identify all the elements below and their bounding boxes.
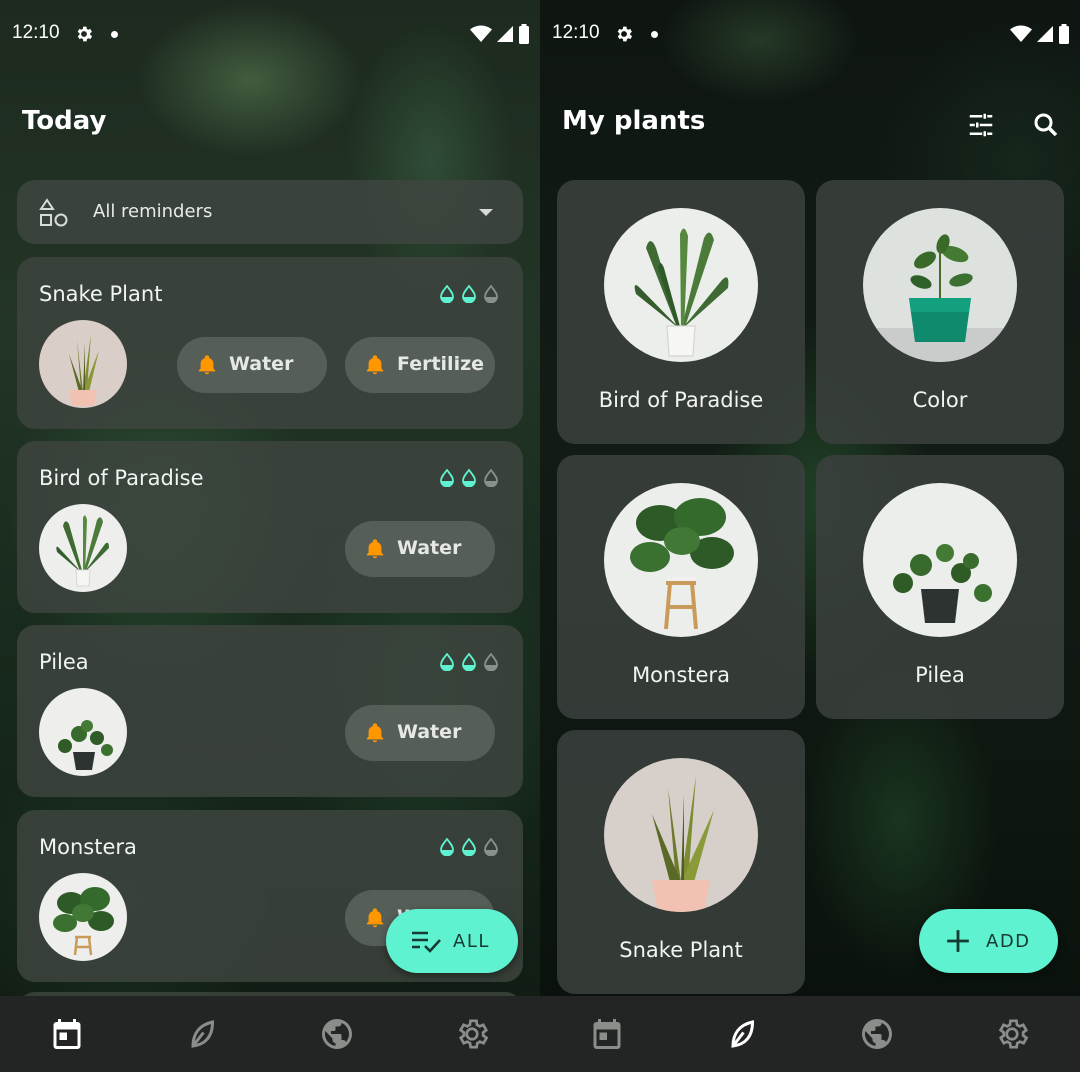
status-bar: 12:10 — [0, 0, 540, 68]
reminder-filter-dropdown[interactable]: All reminders — [17, 180, 523, 244]
settings-icon[interactable] — [994, 1016, 1030, 1052]
water-drop-icon — [484, 653, 498, 671]
plant-card[interactable]: Pilea — [816, 455, 1064, 719]
fab-label: ALL — [453, 931, 490, 952]
filter-label: All reminders — [93, 201, 213, 222]
plant-card[interactable]: Color — [816, 180, 1064, 444]
reminder-card[interactable]: Pilea Water — [17, 625, 523, 797]
watering-level — [439, 285, 499, 303]
water-drop-icon — [484, 469, 498, 487]
water-drop-icon — [462, 285, 476, 303]
plant-name: Pilea — [39, 650, 89, 674]
signal-icon — [1037, 26, 1053, 42]
wifi-icon — [1010, 25, 1032, 42]
page-title: Today — [22, 106, 107, 136]
water-drop-icon — [440, 653, 454, 671]
water-drop-icon — [440, 469, 454, 487]
globe-icon[interactable] — [859, 1016, 895, 1052]
plant-card[interactable]: Monstera — [557, 455, 805, 719]
water-drop-icon — [462, 653, 476, 671]
status-bar: 12:10 — [540, 0, 1080, 68]
settings-status-icon — [77, 26, 93, 42]
reminder-card[interactable]: Snake Plant Water Fertilize — [17, 257, 523, 429]
calendar-icon[interactable] — [49, 1016, 85, 1052]
plant-photo — [604, 483, 758, 637]
plant-photo — [604, 208, 758, 362]
plant-thumbnail — [39, 320, 127, 408]
status-icons — [1010, 24, 1070, 44]
plant-thumbnail — [39, 873, 127, 961]
my-plants-screen: 12:10 My plants Bird of Paradise Color M… — [540, 0, 1080, 1072]
page-title: My plants — [562, 106, 706, 136]
water-drop-icon — [440, 838, 454, 856]
bell-icon — [366, 723, 384, 743]
water-reminder-button[interactable]: Water — [177, 337, 327, 393]
globe-icon[interactable] — [319, 1016, 355, 1052]
bell-icon — [366, 355, 384, 375]
watering-level — [439, 838, 499, 856]
water-reminder-button[interactable]: Water — [345, 521, 495, 577]
plant-card[interactable]: Snake Plant — [557, 730, 805, 994]
water-drop-icon — [462, 469, 476, 487]
wifi-icon — [470, 25, 492, 42]
watering-level — [439, 469, 499, 487]
calendar-icon[interactable] — [589, 1016, 625, 1052]
status-icons — [470, 24, 530, 44]
reminder-action-label: Fertilize — [397, 353, 485, 375]
plant-name: Pilea — [915, 663, 965, 687]
water-drop-icon — [462, 838, 476, 856]
reminder-action-label: Water — [397, 537, 462, 559]
fab-label: ADD — [986, 931, 1031, 952]
signal-icon — [497, 26, 513, 42]
plant-photo — [863, 208, 1017, 362]
complete-all-button[interactable]: ALL — [386, 909, 518, 973]
add-plant-button[interactable]: ADD — [919, 909, 1058, 973]
today-screen: 12:10 Today All reminders Snake Plant Wa… — [0, 0, 540, 1072]
shapes-icon — [39, 198, 68, 227]
notification-dot — [651, 31, 658, 38]
reminder-card[interactable]: Bird of Paradise Water — [17, 441, 523, 613]
bottom-navigation — [540, 996, 1080, 1072]
plant-thumbnail — [39, 504, 127, 592]
reminder-action-label: Water — [229, 353, 294, 375]
plant-name: Bird of Paradise — [39, 466, 204, 490]
settings-icon[interactable] — [454, 1016, 490, 1052]
bell-icon — [198, 355, 216, 375]
notification-dot — [111, 31, 118, 38]
filter-sliders-icon[interactable] — [966, 110, 996, 140]
status-time: 12:10 — [552, 22, 600, 43]
leaf-icon[interactable] — [724, 1016, 760, 1052]
plant-photo — [863, 483, 1017, 637]
plant-name: Bird of Paradise — [598, 388, 764, 412]
plant-name: Snake Plant — [39, 282, 163, 306]
settings-status-icon — [617, 26, 633, 42]
water-drop-icon — [440, 285, 454, 303]
leaf-icon[interactable] — [184, 1016, 220, 1052]
battery-icon — [519, 24, 529, 44]
plant-name: Monstera — [39, 835, 137, 859]
reminder-action-label: Water — [397, 721, 462, 743]
dropdown-arrow-icon — [479, 209, 493, 216]
checklist-icon — [412, 931, 441, 953]
plant-thumbnail — [39, 688, 127, 776]
plant-name: Snake Plant — [619, 938, 743, 962]
battery-icon — [1059, 24, 1069, 44]
search-icon[interactable] — [1031, 110, 1061, 140]
plant-photo — [604, 758, 758, 912]
status-time: 12:10 — [12, 22, 60, 43]
bottom-navigation — [0, 996, 540, 1072]
watering-level — [439, 653, 499, 671]
water-reminder-button[interactable]: Water — [345, 705, 495, 761]
plus-icon — [947, 930, 969, 952]
water-drop-icon — [484, 838, 498, 856]
fertilize-reminder-button[interactable]: Fertilize — [345, 337, 495, 393]
plant-name: Color — [912, 388, 968, 412]
plant-card[interactable]: Bird of Paradise — [557, 180, 805, 444]
bell-icon — [366, 908, 384, 928]
plant-name: Monstera — [632, 663, 730, 687]
water-drop-icon — [484, 285, 498, 303]
bell-icon — [366, 539, 384, 559]
